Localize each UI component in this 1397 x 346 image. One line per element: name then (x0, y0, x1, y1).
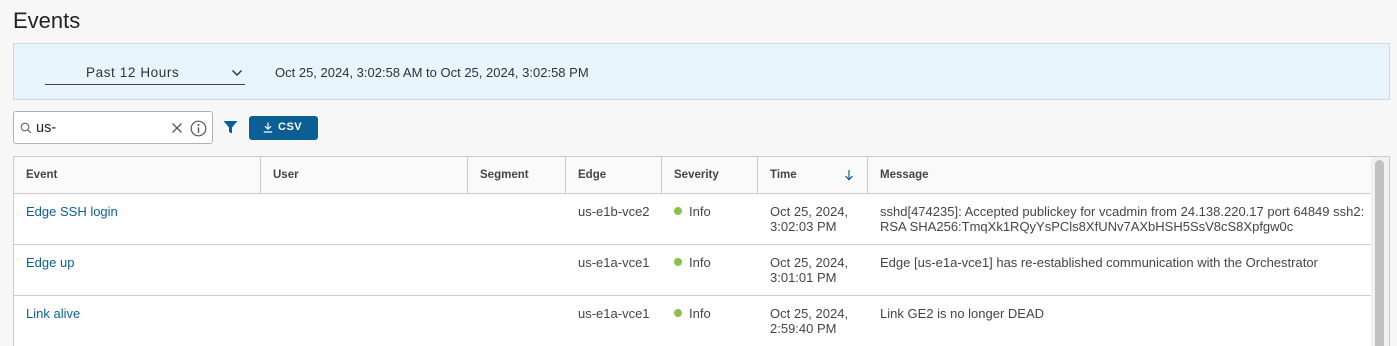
events-table: Event User Segment Edge Severity Time Me… (13, 156, 1390, 346)
time-range-dropdown[interactable]: Past 12 Hours (45, 63, 245, 85)
vertical-scrollbar[interactable] (1371, 157, 1389, 346)
severity-label: Info (689, 204, 711, 219)
severity-cell: Info (674, 204, 711, 219)
info-icon[interactable] (190, 120, 207, 137)
severity-cell: Info (674, 306, 711, 321)
edge-cell: us-e1b-vce2 (578, 204, 650, 219)
scrollbar-thumb[interactable] (1375, 160, 1384, 346)
time-cell: Oct 25, 2024, 3:01:01 PM (770, 255, 849, 285)
search-field (13, 111, 213, 144)
severity-dot-icon (674, 309, 682, 317)
event-link[interactable]: Link alive (26, 306, 80, 321)
severity-dot-icon (674, 207, 682, 215)
column-header-event[interactable]: Event (14, 157, 261, 194)
csv-export-button[interactable]: CSV (249, 116, 318, 140)
event-link[interactable]: Edge up (26, 255, 74, 270)
table-row[interactable]: Edge up us-e1a-vce1 Info Oct 25, 2024, 3… (14, 245, 1373, 296)
severity-cell: Info (674, 255, 711, 270)
event-link[interactable]: Edge SSH login (26, 204, 118, 219)
severity-label: Info (689, 255, 711, 270)
edge-cell: us-e1a-vce1 (578, 255, 650, 270)
close-icon[interactable] (171, 122, 183, 134)
column-header-edge[interactable]: Edge (566, 157, 662, 194)
severity-dot-icon (674, 258, 682, 266)
search-input[interactable] (36, 119, 166, 137)
column-header-segment[interactable]: Segment (468, 157, 566, 194)
time-cell: Oct 25, 2024, 2:59:40 PM (770, 306, 849, 336)
column-header-user[interactable]: User (261, 157, 468, 194)
page-title: Events (13, 8, 81, 33)
column-header-message[interactable]: Message (868, 157, 1368, 194)
csv-button-label: CSV (278, 121, 303, 133)
message-cell: Edge [us-e1a-vce1] has re-established co… (880, 255, 1318, 270)
chevron-down-icon (232, 70, 242, 76)
table-row[interactable]: Link alive us-e1a-vce1 Info Oct 25, 2024… (14, 296, 1373, 346)
time-range-text: Oct 25, 2024, 3:02:58 AM to Oct 25, 2024… (275, 65, 589, 80)
message-cell: Link GE2 is no longer DEAD (880, 306, 1045, 321)
time-range-panel: Past 12 Hours Oct 25, 2024, 3:02:58 AM t… (13, 43, 1390, 100)
download-icon (263, 122, 273, 133)
time-cell: Oct 25, 2024, 3:02:03 PM (770, 204, 849, 234)
severity-label: Info (689, 306, 711, 321)
edge-cell: us-e1a-vce1 (578, 306, 650, 321)
message-cell: sshd[474235]: Accepted publickey for vca… (880, 204, 1365, 234)
column-header-severity[interactable]: Severity (662, 157, 758, 194)
table-row[interactable]: Edge SSH login us-e1b-vce2 Info Oct 25, … (14, 194, 1373, 245)
search-icon (20, 122, 32, 134)
time-range-selected: Past 12 Hours (86, 65, 180, 80)
filter-icon[interactable] (223, 120, 238, 135)
table-header: Event User Segment Edge Severity Time Me… (14, 157, 1373, 194)
arrow-down-icon[interactable] (844, 169, 854, 181)
